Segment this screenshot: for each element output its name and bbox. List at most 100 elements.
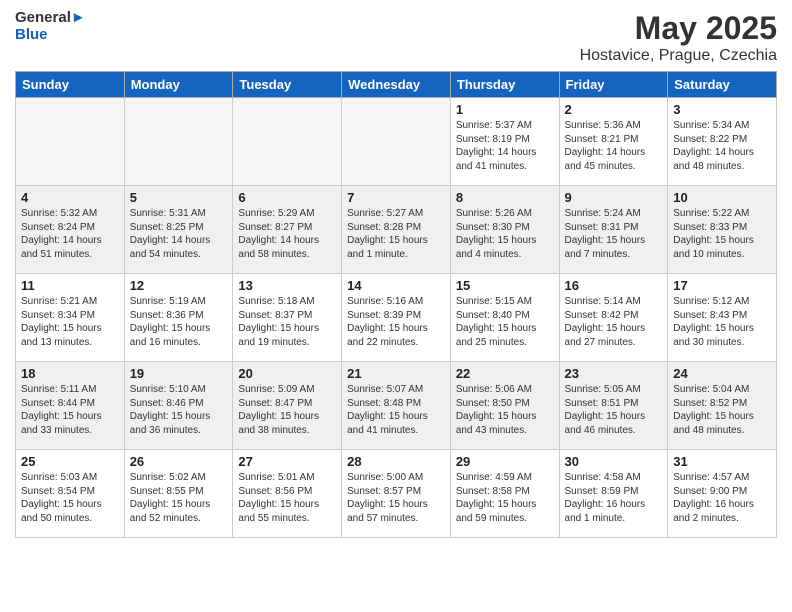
main-title: May 2025 [580, 10, 777, 47]
calendar-cell: 27 Sunrise: 5:01 AM Sunset: 8:56 PM Dayli… [233, 450, 342, 538]
day-number: 30 [565, 454, 663, 469]
day-number: 2 [565, 102, 663, 117]
header: General► Blue May 2025 Hostavice, Prague… [15, 10, 777, 65]
day-number: 19 [130, 366, 228, 381]
header-tuesday: Tuesday [233, 72, 342, 98]
day-info: Sunrise: 5:10 AM Sunset: 8:46 PM Dayligh… [130, 383, 228, 437]
day-info: Sunrise: 5:15 AM Sunset: 8:40 PM Dayligh… [456, 295, 554, 349]
day-number: 23 [565, 366, 663, 381]
header-monday: Monday [124, 72, 233, 98]
calendar-cell: 3Sunrise: 5:34 AM Sunset: 8:22 PM Daylig… [668, 98, 777, 186]
calendar-cell: 31 Sunrise: 4:57 AM Sunset: 9:00 PM Dayli… [668, 450, 777, 538]
day-number: 21 [347, 366, 445, 381]
week-row-0: 1 Sunrise: 5:37 AM Sunset: 8:19 PM Daylig… [16, 98, 777, 186]
day-number: 9 [565, 190, 663, 205]
day-info: Sunrise: 5:31 AM Sunset: 8:25 PM Dayligh… [130, 207, 228, 261]
day-info: Sunrise: 5:29 AM Sunset: 8:27 PM Dayligh… [238, 207, 336, 261]
day-number: 20 [238, 366, 336, 381]
day-info: Sunrise: 5:09 AM Sunset: 8:47 PM Dayligh… [238, 383, 336, 437]
day-number: 28 [347, 454, 445, 469]
calendar-cell: 5Sunrise: 5:31 AM Sunset: 8:25 PM Daylig… [124, 186, 233, 274]
calendar-cell [342, 98, 451, 186]
day-number: 15 [456, 278, 554, 293]
day-info: Sunrise: 5:24 AM Sunset: 8:31 PM Dayligh… [565, 207, 663, 261]
calendar-cell: 1 Sunrise: 5:37 AM Sunset: 8:19 PM Daylig… [450, 98, 559, 186]
header-thursday: Thursday [450, 72, 559, 98]
day-number: 11 [21, 278, 119, 293]
calendar-cell: 12 Sunrise: 5:19 AM Sunset: 8:36 PM Dayli… [124, 274, 233, 362]
calendar-cell: 6 Sunrise: 5:29 AM Sunset: 8:27 PM Daylig… [233, 186, 342, 274]
day-number: 27 [238, 454, 336, 469]
day-number: 7 [347, 190, 445, 205]
day-info: Sunrise: 5:14 AM Sunset: 8:42 PM Dayligh… [565, 295, 663, 349]
day-number: 12 [130, 278, 228, 293]
calendar-cell: 14 Sunrise: 5:16 AM Sunset: 8:39 PM Dayli… [342, 274, 451, 362]
week-row-2: 11 Sunrise: 5:21 AM Sunset: 8:34 PM Dayli… [16, 274, 777, 362]
week-row-3: 18 Sunrise: 5:11 AM Sunset: 8:44 PM Dayli… [16, 362, 777, 450]
calendar: Sunday Monday Tuesday Wednesday Thursday… [15, 71, 777, 538]
calendar-cell: 24Sunrise: 5:04 AM Sunset: 8:52 PM Dayli… [668, 362, 777, 450]
calendar-cell: 11 Sunrise: 5:21 AM Sunset: 8:34 PM Dayli… [16, 274, 125, 362]
day-info: Sunrise: 5:03 AM Sunset: 8:54 PM Dayligh… [21, 471, 119, 525]
calendar-cell: 15 Sunrise: 5:15 AM Sunset: 8:40 PM Dayli… [450, 274, 559, 362]
calendar-cell: 26 Sunrise: 5:02 AM Sunset: 8:55 PM Dayli… [124, 450, 233, 538]
logo-blue: Blue [15, 27, 86, 44]
calendar-cell: 30Sunrise: 4:58 AM Sunset: 8:59 PM Dayli… [559, 450, 668, 538]
calendar-cell: 25 Sunrise: 5:03 AM Sunset: 8:54 PM Dayli… [16, 450, 125, 538]
day-number: 18 [21, 366, 119, 381]
header-wednesday: Wednesday [342, 72, 451, 98]
header-sunday: Sunday [16, 72, 125, 98]
calendar-cell: 4Sunrise: 5:32 AM Sunset: 8:24 PM Daylig… [16, 186, 125, 274]
calendar-cell: 20 Sunrise: 5:09 AM Sunset: 8:47 PM Dayli… [233, 362, 342, 450]
day-info: Sunrise: 5:06 AM Sunset: 8:50 PM Dayligh… [456, 383, 554, 437]
calendar-cell [233, 98, 342, 186]
week-row-1: 4Sunrise: 5:32 AM Sunset: 8:24 PM Daylig… [16, 186, 777, 274]
day-number: 22 [456, 366, 554, 381]
day-info: Sunrise: 5:11 AM Sunset: 8:44 PM Dayligh… [21, 383, 119, 437]
day-info: Sunrise: 5:05 AM Sunset: 8:51 PM Dayligh… [565, 383, 663, 437]
calendar-cell: 7Sunrise: 5:27 AM Sunset: 8:28 PM Daylig… [342, 186, 451, 274]
day-info: Sunrise: 4:59 AM Sunset: 8:58 PM Dayligh… [456, 471, 554, 525]
day-info: Sunrise: 5:32 AM Sunset: 8:24 PM Dayligh… [21, 207, 119, 261]
calendar-cell: 8 Sunrise: 5:26 AM Sunset: 8:30 PM Daylig… [450, 186, 559, 274]
day-number: 26 [130, 454, 228, 469]
calendar-cell: 22 Sunrise: 5:06 AM Sunset: 8:50 PM Dayli… [450, 362, 559, 450]
day-number: 25 [21, 454, 119, 469]
day-number: 6 [238, 190, 336, 205]
week-row-4: 25 Sunrise: 5:03 AM Sunset: 8:54 PM Dayli… [16, 450, 777, 538]
day-info: Sunrise: 5:36 AM Sunset: 8:21 PM Dayligh… [565, 119, 663, 173]
day-number: 29 [456, 454, 554, 469]
day-info: Sunrise: 5:02 AM Sunset: 8:55 PM Dayligh… [130, 471, 228, 525]
logo-general: General► [15, 10, 86, 27]
subtitle: Hostavice, Prague, Czechia [580, 47, 777, 65]
calendar-cell: 19 Sunrise: 5:10 AM Sunset: 8:46 PM Dayli… [124, 362, 233, 450]
day-info: Sunrise: 5:37 AM Sunset: 8:19 PM Dayligh… [456, 119, 554, 173]
day-info: Sunrise: 5:34 AM Sunset: 8:22 PM Dayligh… [673, 119, 771, 173]
day-info: Sunrise: 5:00 AM Sunset: 8:57 PM Dayligh… [347, 471, 445, 525]
calendar-cell: 2 Sunrise: 5:36 AM Sunset: 8:21 PM Daylig… [559, 98, 668, 186]
day-number: 31 [673, 454, 771, 469]
calendar-cell: 10Sunrise: 5:22 AM Sunset: 8:33 PM Dayli… [668, 186, 777, 274]
title-section: May 2025 Hostavice, Prague, Czechia [580, 10, 777, 65]
day-info: Sunrise: 5:22 AM Sunset: 8:33 PM Dayligh… [673, 207, 771, 261]
day-number: 16 [565, 278, 663, 293]
calendar-cell: 13Sunrise: 5:18 AM Sunset: 8:37 PM Dayli… [233, 274, 342, 362]
header-saturday: Saturday [668, 72, 777, 98]
day-info: Sunrise: 5:07 AM Sunset: 8:48 PM Dayligh… [347, 383, 445, 437]
day-number: 8 [456, 190, 554, 205]
day-info: Sunrise: 5:21 AM Sunset: 8:34 PM Dayligh… [21, 295, 119, 349]
day-number: 1 [456, 102, 554, 117]
day-info: Sunrise: 4:57 AM Sunset: 9:00 PM Dayligh… [673, 471, 771, 525]
calendar-cell: 18 Sunrise: 5:11 AM Sunset: 8:44 PM Dayli… [16, 362, 125, 450]
calendar-cell: 17 Sunrise: 5:12 AM Sunset: 8:43 PM Dayli… [668, 274, 777, 362]
day-info: Sunrise: 5:26 AM Sunset: 8:30 PM Dayligh… [456, 207, 554, 261]
day-info: Sunrise: 5:04 AM Sunset: 8:52 PM Dayligh… [673, 383, 771, 437]
day-number: 17 [673, 278, 771, 293]
calendar-cell [16, 98, 125, 186]
day-info: Sunrise: 5:16 AM Sunset: 8:39 PM Dayligh… [347, 295, 445, 349]
day-number: 14 [347, 278, 445, 293]
day-info: Sunrise: 5:19 AM Sunset: 8:36 PM Dayligh… [130, 295, 228, 349]
calendar-cell: 16 Sunrise: 5:14 AM Sunset: 8:42 PM Dayli… [559, 274, 668, 362]
day-info: Sunrise: 5:01 AM Sunset: 8:56 PM Dayligh… [238, 471, 336, 525]
day-info: Sunrise: 5:12 AM Sunset: 8:43 PM Dayligh… [673, 295, 771, 349]
